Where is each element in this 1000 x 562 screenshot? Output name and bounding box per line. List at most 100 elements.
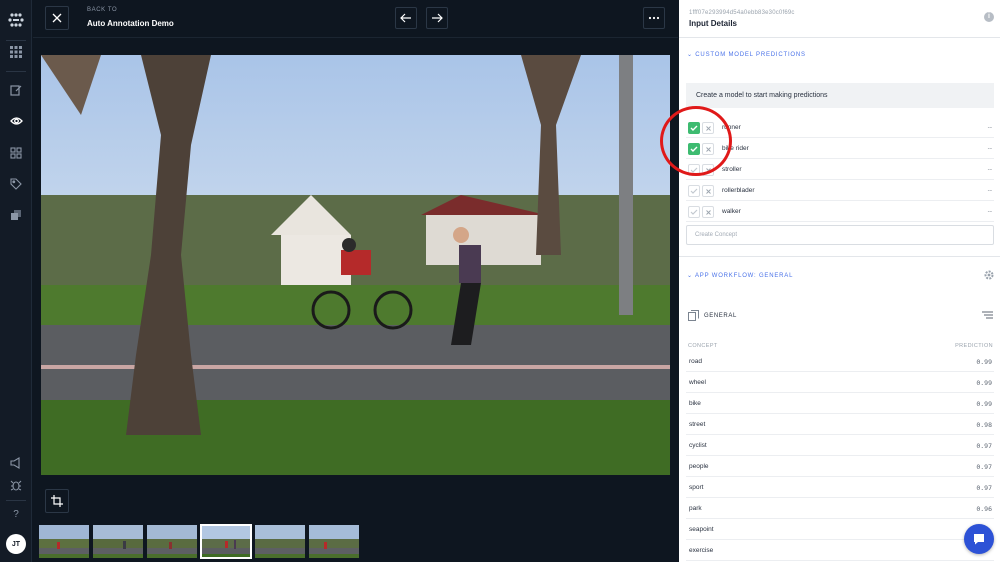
previous-input-button[interactable] bbox=[395, 7, 417, 29]
more-options-button[interactable] bbox=[643, 7, 665, 29]
prediction-concept: exercise bbox=[689, 547, 714, 554]
close-icon bbox=[52, 13, 62, 23]
viewer-topbar: BACK TO Auto Annotation Demo bbox=[33, 0, 678, 38]
thumbnail-selected[interactable] bbox=[200, 524, 252, 559]
tag-icon[interactable] bbox=[6, 174, 26, 194]
rail-divider bbox=[6, 71, 26, 72]
section-title: CUSTOM MODEL PREDICTIONS bbox=[695, 52, 806, 58]
prediction-row: seapoint bbox=[686, 519, 994, 540]
prediction-concept: seapoint bbox=[689, 526, 714, 533]
concept-value: -- bbox=[987, 124, 992, 131]
prediction-concept: park bbox=[689, 505, 702, 512]
thumbnail[interactable] bbox=[39, 525, 89, 558]
panel-header: 1fff07e293994d54a0ebb83e30c0f69c Input D… bbox=[679, 0, 1000, 38]
custom-predictions-section-toggle[interactable]: ⌄ CUSTOM MODEL PREDICTIONS bbox=[687, 51, 806, 58]
arrow-right-icon bbox=[432, 13, 443, 23]
prediction-row: cyclist 0.97 bbox=[686, 435, 994, 456]
prediction-concept: sport bbox=[689, 484, 704, 491]
concept-value: -- bbox=[987, 208, 992, 215]
dashboard-icon[interactable] bbox=[6, 143, 26, 163]
apps-grid-icon[interactable] bbox=[6, 42, 26, 62]
concept-name: stroller bbox=[722, 166, 742, 173]
chevron-down-icon: ⌄ bbox=[687, 273, 693, 279]
create-concept-input[interactable]: Create Concept bbox=[686, 225, 994, 245]
prediction-concept: road bbox=[689, 358, 703, 365]
prediction-value: 0.99 bbox=[976, 379, 992, 387]
user-avatar[interactable]: JT bbox=[6, 534, 26, 554]
section-divider bbox=[679, 256, 1000, 257]
concept-positive-checkbox[interactable] bbox=[688, 206, 700, 218]
concept-value: -- bbox=[987, 145, 992, 152]
prediction-concept: people bbox=[689, 463, 709, 470]
prediction-row: sport 0.97 bbox=[686, 477, 994, 498]
column-header-concept: CONCEPT bbox=[688, 343, 718, 349]
next-input-button[interactable] bbox=[426, 7, 448, 29]
explorer-eye-icon[interactable] bbox=[6, 111, 26, 131]
concept-row: rollerblader -- bbox=[686, 181, 994, 201]
thumbnail[interactable] bbox=[255, 525, 305, 558]
support-chat-button[interactable] bbox=[964, 524, 994, 554]
thumbnail[interactable] bbox=[309, 525, 359, 558]
prediction-value: 0.98 bbox=[976, 421, 992, 429]
prediction-concept: bike bbox=[689, 400, 701, 407]
chat-icon bbox=[974, 534, 984, 545]
megaphone-icon[interactable] bbox=[6, 453, 26, 473]
concept-row: runner -- bbox=[686, 118, 994, 138]
prediction-value: 0.99 bbox=[976, 400, 992, 408]
no-model-notice: Create a model to start making predictio… bbox=[686, 83, 994, 108]
gear-icon[interactable] bbox=[984, 270, 994, 280]
prediction-value: 0.99 bbox=[976, 358, 992, 366]
input-details-panel: 1fff07e293994d54a0ebb83e30c0f69c Input D… bbox=[679, 0, 1000, 562]
prediction-concept: wheel bbox=[689, 379, 706, 386]
prediction-value: 0.97 bbox=[976, 463, 992, 471]
concept-name: walker bbox=[722, 208, 741, 215]
prediction-row: road 0.99 bbox=[686, 351, 994, 372]
concept-positive-checkbox[interactable] bbox=[688, 185, 700, 197]
concept-negative-button[interactable] bbox=[702, 185, 714, 197]
crop-icon bbox=[51, 495, 63, 507]
column-header-prediction: PREDICTION bbox=[955, 343, 993, 349]
concept-negative-button[interactable] bbox=[702, 206, 714, 218]
close-button[interactable] bbox=[45, 6, 69, 30]
concept-name: rollerblader bbox=[722, 187, 755, 194]
model-label: GENERAL bbox=[704, 313, 737, 319]
panel-title: Input Details bbox=[689, 19, 738, 28]
arrow-left-icon bbox=[400, 13, 411, 23]
concept-row: walker -- bbox=[686, 202, 994, 222]
left-rail: ? JT bbox=[0, 0, 32, 562]
annotation-highlight-circle bbox=[660, 106, 732, 176]
prediction-value: 0.96 bbox=[976, 505, 992, 513]
concept-row: stroller -- bbox=[686, 160, 994, 180]
more-horizontal-icon bbox=[648, 16, 660, 20]
workflow-section-toggle[interactable]: ⌄ APP WORKFLOW: GENERAL bbox=[687, 272, 793, 279]
thumbnail[interactable] bbox=[93, 525, 143, 558]
section-title: APP WORKFLOW: GENERAL bbox=[694, 273, 794, 279]
prediction-row: wheel 0.99 bbox=[686, 372, 994, 393]
crop-tool-button[interactable] bbox=[45, 489, 69, 513]
prediction-value: 0.97 bbox=[976, 442, 992, 450]
input-thumbnail-strip bbox=[39, 524, 359, 559]
prediction-row: people 0.97 bbox=[686, 456, 994, 477]
prediction-concept: cyclist bbox=[689, 442, 707, 449]
chevron-down-icon: ⌄ bbox=[687, 52, 693, 58]
prediction-row: park 0.96 bbox=[686, 498, 994, 519]
info-icon[interactable]: i bbox=[984, 12, 994, 22]
bug-icon[interactable] bbox=[6, 475, 26, 495]
concept-value: -- bbox=[987, 166, 992, 173]
thumbnail[interactable] bbox=[147, 525, 197, 558]
back-to-label: BACK TO bbox=[87, 7, 118, 13]
edit-icon[interactable] bbox=[6, 80, 26, 100]
sort-icon[interactable] bbox=[982, 311, 993, 319]
project-name-link[interactable]: Auto Annotation Demo bbox=[87, 19, 174, 28]
rail-divider bbox=[6, 40, 26, 41]
prediction-value: 0.97 bbox=[976, 484, 992, 492]
rail-divider bbox=[6, 500, 26, 501]
prediction-concept: street bbox=[689, 421, 706, 428]
prediction-row: street 0.98 bbox=[686, 414, 994, 435]
layers-icon[interactable] bbox=[6, 205, 26, 225]
clarifai-logo-icon[interactable] bbox=[8, 12, 24, 28]
concept-value: -- bbox=[987, 187, 992, 194]
input-image[interactable] bbox=[41, 55, 670, 475]
copy-icon[interactable] bbox=[688, 310, 699, 321]
help-button[interactable]: ? bbox=[6, 507, 26, 523]
